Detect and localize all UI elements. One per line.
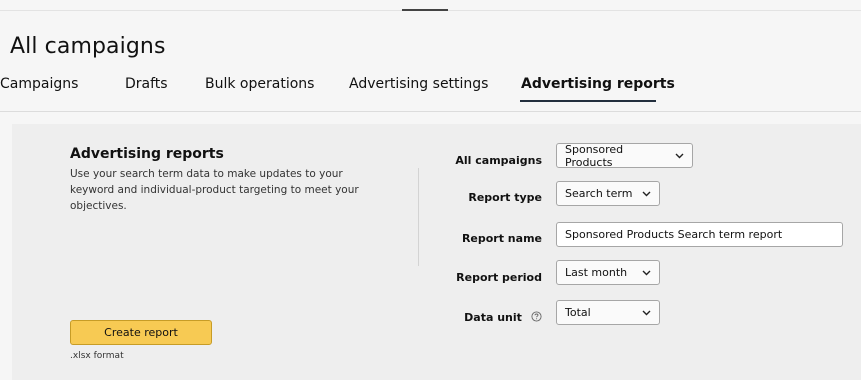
campaign-type-value: Sponsored Products	[565, 142, 624, 169]
page-title: All campaigns	[10, 34, 166, 59]
chevron-down-icon	[669, 153, 684, 159]
tab-campaigns[interactable]: Campaigns	[0, 76, 78, 92]
chevron-down-icon	[636, 270, 651, 276]
format-note: .xlsx format	[70, 351, 124, 361]
tab-advertising-settings[interactable]: Advertising settings	[349, 76, 488, 92]
section-description: Use your search term data to make update…	[70, 168, 359, 212]
tab-bulk-operations[interactable]: Bulk operations	[205, 76, 314, 92]
section-title: Advertising reports	[70, 146, 224, 162]
report-period-select[interactable]: Last month	[556, 260, 660, 285]
report-type-value: Search term	[565, 187, 633, 200]
chevron-down-icon	[636, 310, 651, 316]
tab-advertising-reports[interactable]: Advertising reports	[521, 76, 675, 92]
campaign-type-select[interactable]: Sponsored Products	[556, 142, 693, 169]
data-unit-value: Total	[565, 306, 591, 319]
chevron-down-icon	[636, 191, 651, 197]
create-report-button[interactable]: Create report	[70, 320, 212, 345]
active-tab-indicator	[520, 100, 656, 102]
report-type-select[interactable]: Search term	[556, 181, 660, 206]
report-period-label: Report period	[456, 271, 542, 284]
tabs-divider	[0, 111, 861, 112]
top-indicator	[402, 9, 448, 11]
report-type-label: Report type	[468, 191, 542, 204]
data-unit-label: Data unit	[464, 311, 522, 324]
tab-bar: Campaigns Drafts Bulk operations Adverti…	[0, 72, 861, 112]
report-name-label: Report name	[461, 232, 542, 245]
all-campaigns-label: All campaigns	[455, 154, 542, 167]
vertical-divider	[418, 168, 419, 266]
report-period-value: Last month	[565, 266, 628, 279]
help-icon[interactable]	[531, 311, 542, 322]
data-unit-select[interactable]: Total	[556, 300, 660, 325]
report-name-input[interactable]: Sponsored Products Search term report	[556, 222, 843, 247]
tab-drafts[interactable]: Drafts	[125, 76, 168, 92]
